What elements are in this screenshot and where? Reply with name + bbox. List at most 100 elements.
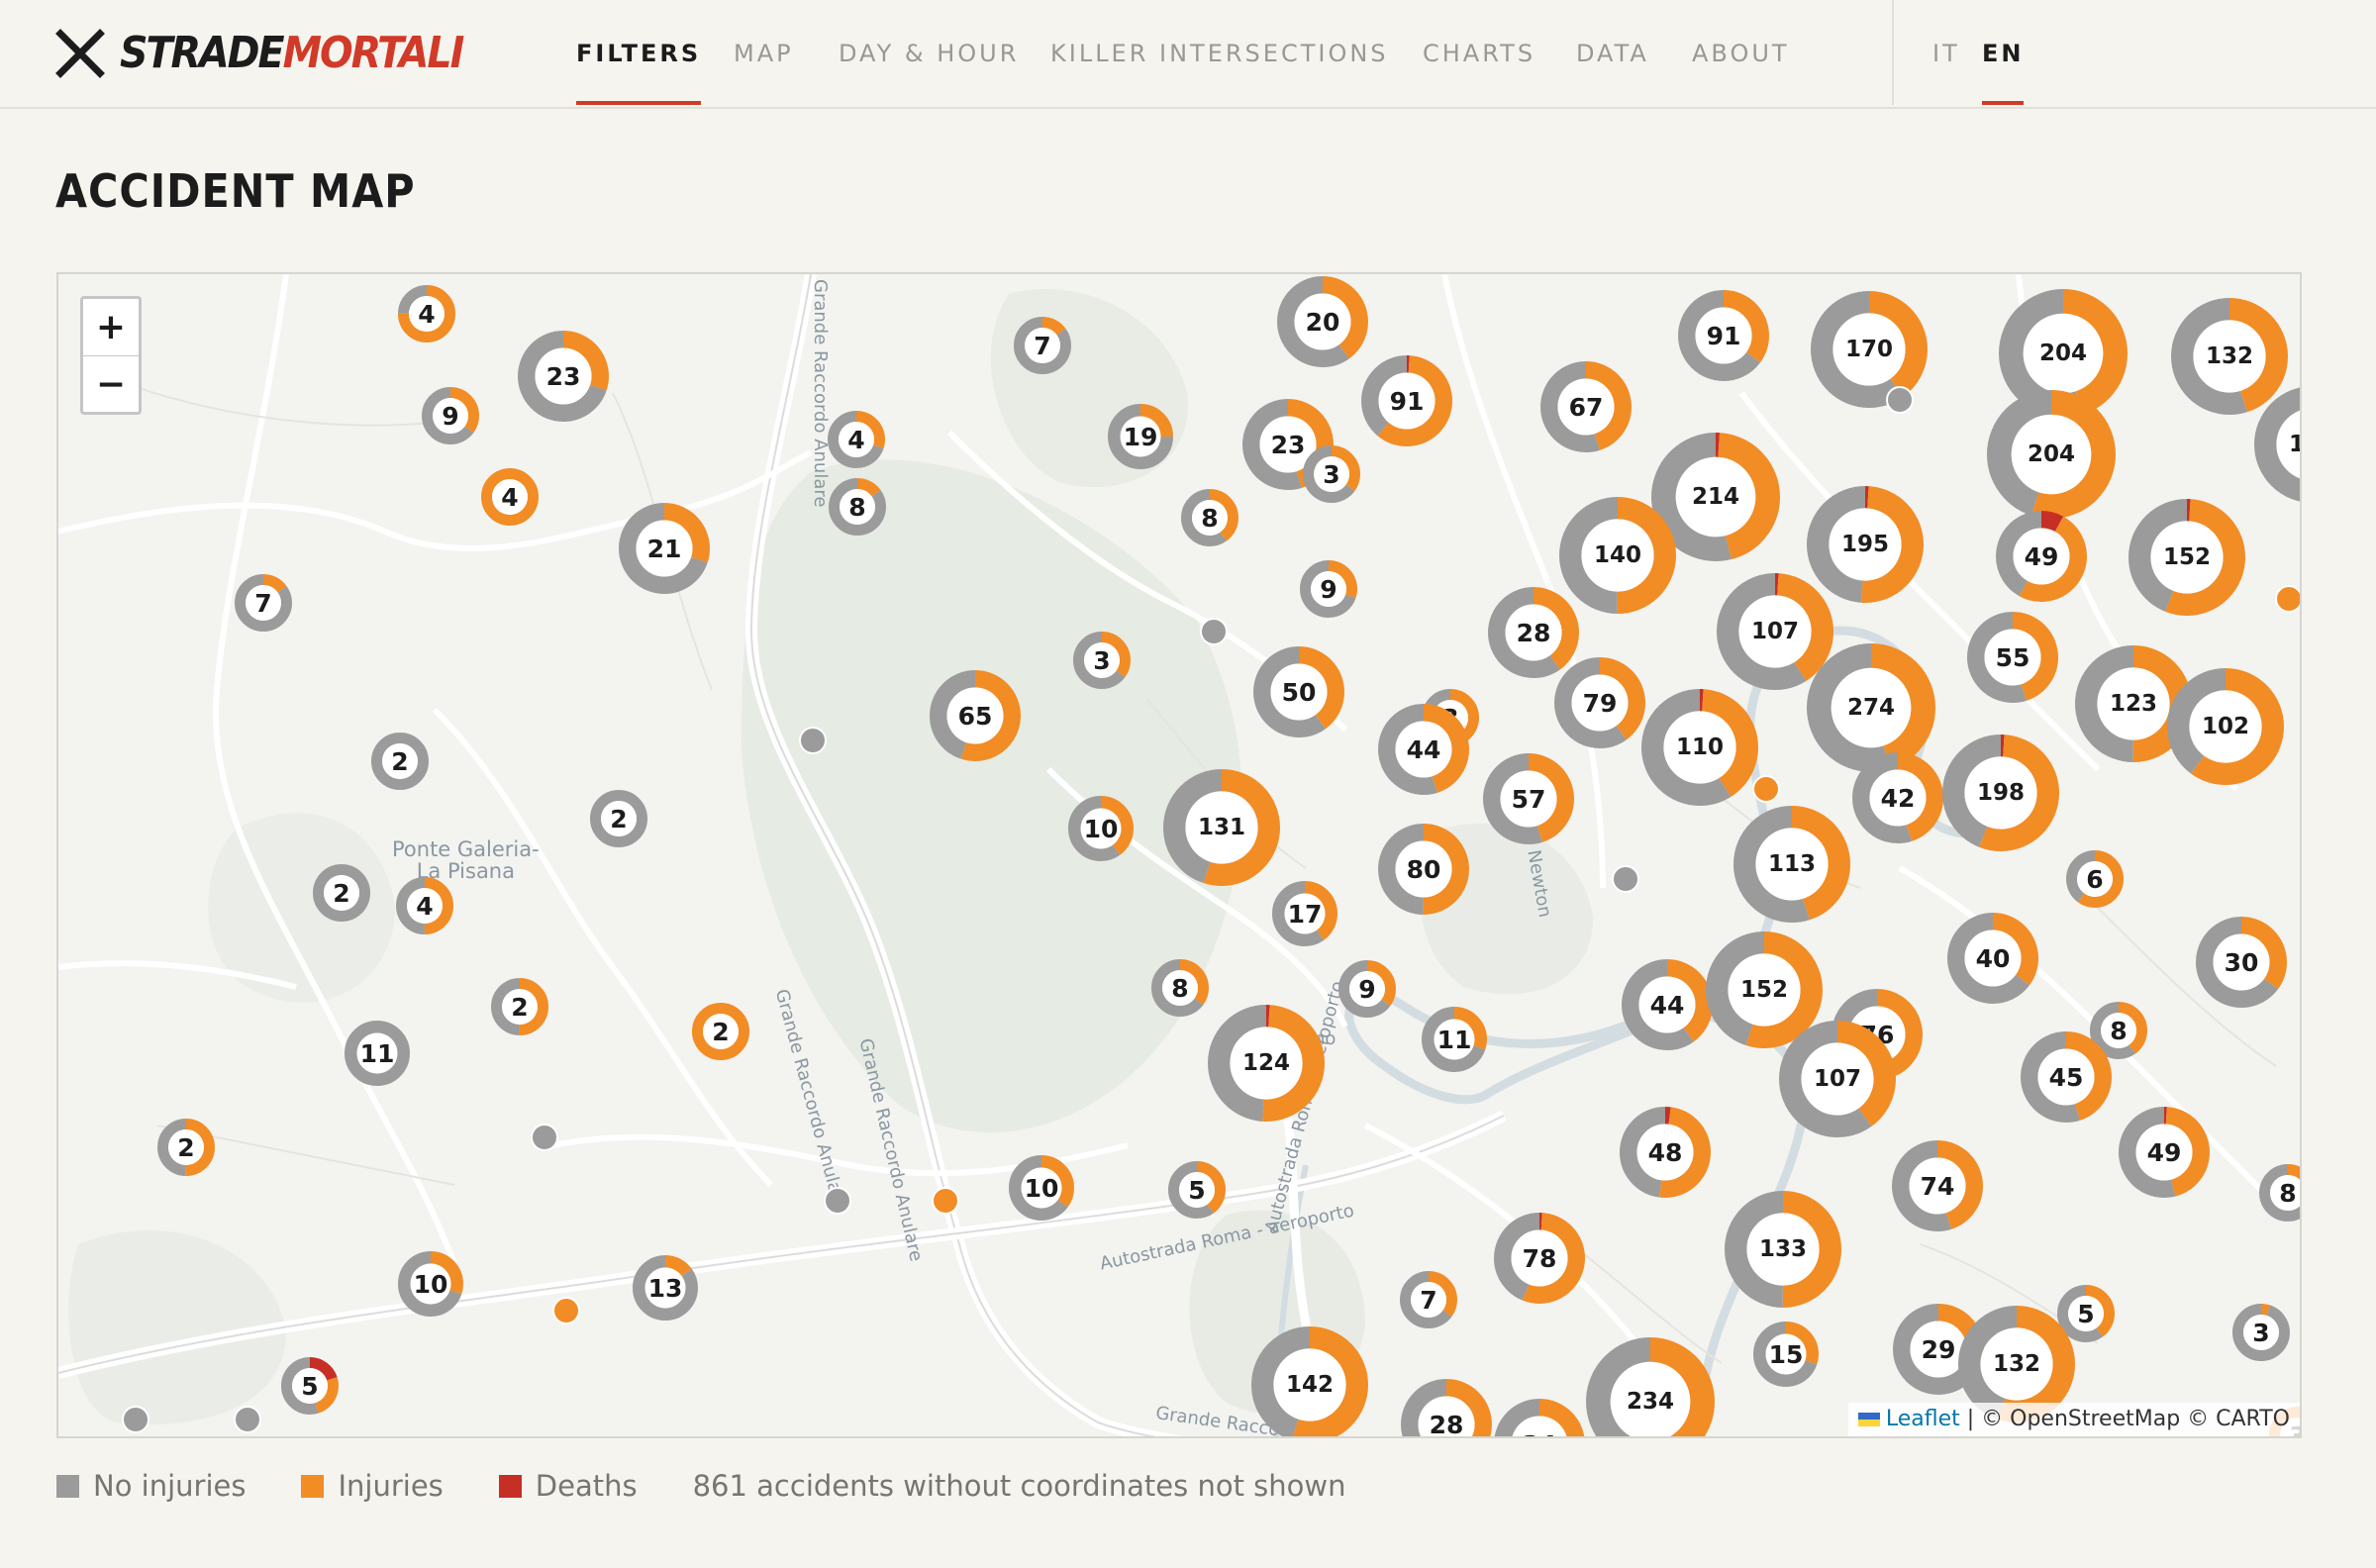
accident-cluster[interactable]: 24 <box>1494 1399 1585 1436</box>
accident-cluster[interactable]: 110 <box>2253 385 2300 504</box>
accident-cluster[interactable]: 28 <box>1401 1379 1492 1436</box>
accident-cluster[interactable]: 21 <box>619 503 710 594</box>
lang-it[interactable]: IT <box>1932 36 1960 71</box>
accident-cluster[interactable]: 45 <box>2021 1031 2112 1123</box>
accident-cluster[interactable]: 44 <box>1622 959 1713 1050</box>
zoom-out-button[interactable]: − <box>83 356 139 413</box>
accident-cluster[interactable]: 8 <box>1151 959 1209 1017</box>
accident-cluster[interactable]: 4 <box>481 468 539 526</box>
accident-cluster[interactable]: 8 <box>1181 489 1238 546</box>
accident-cluster[interactable]: 152 <box>2128 498 2246 617</box>
accident-point-no-injury[interactable] <box>824 1187 851 1215</box>
accident-point-injury[interactable] <box>2275 585 2300 613</box>
accident-point-no-injury[interactable] <box>122 1406 149 1433</box>
leaflet-link[interactable]: Leaflet <box>1886 1407 1960 1431</box>
accident-cluster[interactable]: 131 <box>1162 768 1281 887</box>
accident-cluster[interactable]: 74 <box>1892 1140 1983 1231</box>
accident-cluster[interactable]: 2 <box>491 978 548 1035</box>
accident-cluster[interactable]: 30 <box>2196 917 2287 1008</box>
accident-cluster[interactable]: 6 <box>2066 850 2124 908</box>
accident-point-injury[interactable] <box>1752 775 1780 803</box>
accident-cluster[interactable]: 9 <box>1300 560 1357 618</box>
accident-cluster[interactable]: 55 <box>1967 612 2058 703</box>
logo[interactable]: STRADEMORTALI <box>54 26 464 81</box>
accident-cluster[interactable]: 204 <box>1986 389 2117 520</box>
zoom-in-button[interactable]: + <box>83 299 139 356</box>
nav-map[interactable]: MAP <box>734 36 794 71</box>
accident-cluster[interactable]: 102 <box>2166 667 2285 786</box>
accident-cluster[interactable]: 7 <box>1014 317 1071 374</box>
accident-point-no-injury[interactable] <box>1886 386 1914 414</box>
accident-point-injury[interactable] <box>552 1297 580 1324</box>
accident-cluster[interactable]: 2 <box>692 1003 749 1060</box>
accident-cluster[interactable]: 67 <box>1540 361 1632 452</box>
accident-map[interactable]: Ponte Galeria- La Pisana Grande Raccordo… <box>56 272 2302 1438</box>
accident-cluster[interactable]: 124 <box>1207 1004 1326 1123</box>
accident-cluster[interactable]: 9 <box>422 387 479 444</box>
nav-about[interactable]: ABOUT <box>1692 36 1790 71</box>
accident-cluster[interactable]: 3 <box>2232 1304 2290 1361</box>
accident-cluster[interactable]: 10 <box>1009 1155 1074 1221</box>
lang-en[interactable]: EN <box>1982 36 2025 105</box>
accident-cluster[interactable]: 2 <box>371 733 429 790</box>
accident-cluster[interactable]: 20 <box>1277 276 1368 367</box>
accident-cluster[interactable]: 142 <box>1250 1325 1369 1436</box>
accident-cluster[interactable]: 8 <box>829 478 886 536</box>
accident-point-no-injury[interactable] <box>1612 865 1639 893</box>
accident-cluster[interactable]: 10 <box>1068 796 1134 861</box>
accident-cluster[interactable]: 23 <box>518 331 609 422</box>
accident-cluster[interactable]: 4 <box>396 877 453 934</box>
accident-cluster[interactable]: 7 <box>1400 1271 1457 1328</box>
accident-cluster[interactable]: 49 <box>1996 511 2087 602</box>
accident-cluster[interactable]: 65 <box>930 670 1021 761</box>
accident-cluster[interactable]: 91 <box>1678 290 1769 381</box>
accident-cluster[interactable]: 10 <box>398 1251 463 1317</box>
cluster-count: 40 <box>1975 943 2011 973</box>
accident-cluster[interactable]: 7 <box>235 574 292 632</box>
accident-cluster[interactable]: 3 <box>1073 632 1131 689</box>
accident-cluster[interactable]: 79 <box>1554 657 1645 748</box>
accident-cluster[interactable]: 11 <box>1422 1007 1487 1072</box>
accident-cluster[interactable]: 3 <box>1303 445 1360 503</box>
nav-filters[interactable]: FILTERS <box>576 36 702 105</box>
accident-cluster[interactable]: 17 <box>1272 881 1337 946</box>
accident-cluster[interactable]: 2 <box>157 1119 215 1176</box>
accident-cluster[interactable]: 2 <box>590 790 647 847</box>
nav-day-hour[interactable]: DAY & HOUR <box>839 36 1019 71</box>
accident-cluster[interactable]: 8 <box>2259 1164 2300 1222</box>
accident-point-injury[interactable] <box>932 1187 959 1215</box>
accident-point-no-injury[interactable] <box>1200 618 1228 645</box>
accident-cluster[interactable]: 80 <box>1378 824 1469 915</box>
accident-cluster[interactable]: 78 <box>1494 1213 1585 1304</box>
accident-cluster[interactable]: 40 <box>1947 913 2038 1004</box>
accident-cluster[interactable]: 44 <box>1378 704 1469 795</box>
accident-cluster[interactable]: 57 <box>1483 753 1574 844</box>
accident-cluster[interactable]: 15 <box>1753 1322 1819 1387</box>
accident-cluster[interactable]: 4 <box>828 411 885 468</box>
accident-cluster[interactable]: 48 <box>1620 1107 1711 1198</box>
nav-charts[interactable]: CHARTS <box>1423 36 1535 71</box>
accident-cluster[interactable]: 110 <box>1640 688 1759 807</box>
accident-cluster[interactable]: 13 <box>633 1255 698 1321</box>
accident-cluster[interactable]: 11 <box>345 1021 410 1086</box>
accident-point-no-injury[interactable] <box>799 727 827 754</box>
accident-cluster[interactable]: 107 <box>1778 1020 1897 1138</box>
accident-cluster[interactable]: 5 <box>1168 1161 1226 1219</box>
accident-cluster[interactable]: 49 <box>2119 1107 2210 1198</box>
accident-cluster[interactable]: 2 <box>313 864 370 922</box>
accident-cluster[interactable]: 5 <box>281 1357 339 1415</box>
accident-cluster[interactable]: 198 <box>1941 734 2060 852</box>
accident-cluster[interactable]: 113 <box>1732 805 1851 924</box>
accident-cluster[interactable]: 133 <box>1724 1190 1842 1309</box>
accident-point-no-injury[interactable] <box>234 1406 261 1433</box>
accident-cluster[interactable]: 9 <box>1338 960 1396 1018</box>
nav-killer-intersections[interactable]: KILLER INTERSECTIONS <box>1050 36 1389 71</box>
accident-point-no-injury[interactable] <box>531 1124 558 1151</box>
accident-cluster[interactable]: 50 <box>1253 646 1344 737</box>
accident-cluster[interactable]: 19 <box>1108 404 1173 469</box>
accident-cluster[interactable]: 42 <box>1852 752 1943 843</box>
nav-data[interactable]: DATA <box>1576 36 1649 71</box>
accident-cluster[interactable]: 4 <box>398 285 455 343</box>
accident-cluster[interactable]: 91 <box>1361 355 1452 446</box>
accident-cluster[interactable]: 234 <box>1585 1336 1716 1436</box>
